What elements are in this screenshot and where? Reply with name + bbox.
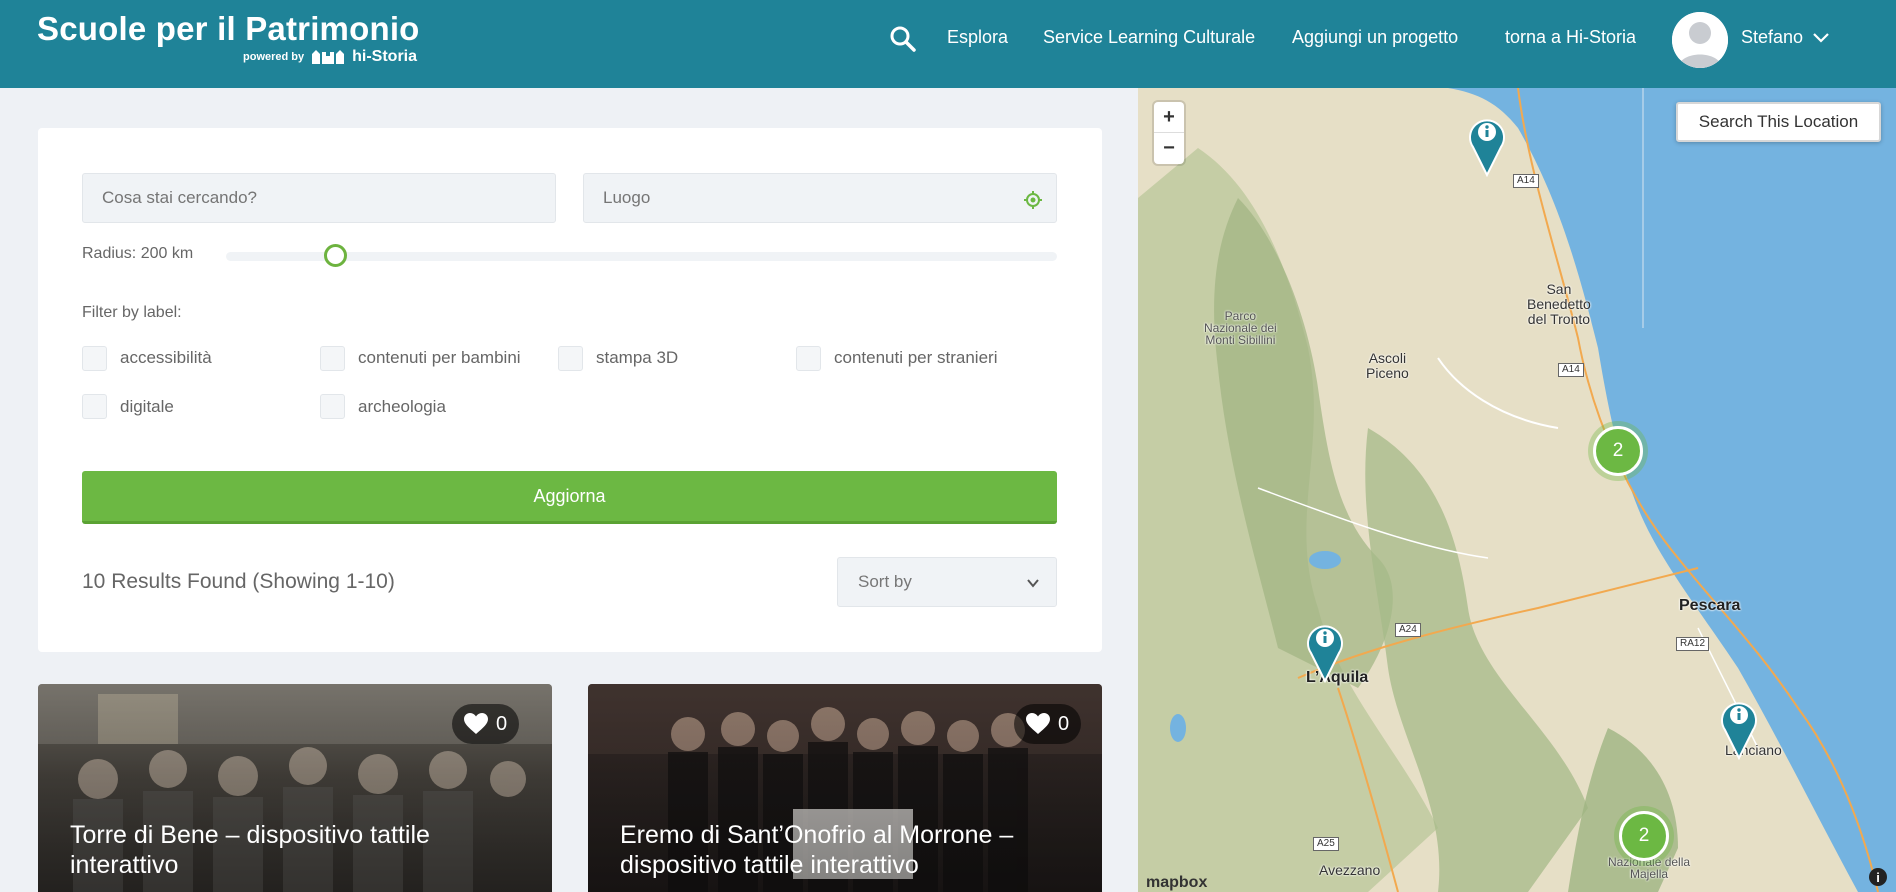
map-pin-icon[interactable] [1719,696,1759,760]
checkbox-label[interactable]: archeologia [358,397,446,417]
road-shield: A24 [1395,623,1421,637]
powered-by-text: powered by [243,51,305,63]
checkbox-label[interactable]: accessibilità [120,348,212,368]
locate-icon[interactable] [1024,191,1042,209]
info-icon[interactable]: i [1869,868,1887,886]
like-button[interactable]: 0 [1014,704,1082,744]
checkbox-label[interactable]: contenuti per bambini [358,348,521,368]
radius-slider-track[interactable] [226,252,1057,261]
search-this-location-button[interactable]: Search This Location [1676,102,1881,142]
checkbox-label[interactable]: digitale [120,397,174,417]
like-button[interactable]: 0 [452,704,520,744]
update-button[interactable]: Aggiorna [82,471,1057,524]
map-label-sibillini: Parco Nazionale dei Monti Sibillini [1204,309,1277,347]
checkbox-archeologia[interactable] [320,394,345,419]
map-view[interactable]: + − Search This Location Parco Nazionale… [1138,88,1896,892]
checkbox-digitale[interactable] [82,394,107,419]
zoom-control: + − [1154,102,1184,164]
location-input[interactable] [583,173,1057,223]
card-title[interactable]: Torre di Bene – dispositivo tattile inte… [70,820,530,880]
map-cluster[interactable]: 2 [1614,806,1674,866]
search-icon[interactable] [888,24,918,54]
top-header: Scuole per il Patrimonio powered by hi-S… [0,0,1896,88]
like-count: 0 [1058,712,1070,735]
site-title: Scuole per il Patrimonio [37,10,420,47]
card-title[interactable]: Eremo di Sant’Onofrio al Morrone – dispo… [620,820,1080,880]
sort-select-label: Sort by [858,572,912,591]
road-shield: A25 [1313,837,1339,851]
brand-name: hi-Storia [352,48,418,65]
map-terrain [1138,88,1896,892]
chevron-down-icon[interactable] [1812,30,1830,44]
road-shield: A14 [1513,174,1539,188]
results-count: 10 Results Found (Showing 1-10) [82,570,395,593]
avatar[interactable] [1672,12,1728,68]
map-label-ascoli: Ascoli Piceno [1366,350,1409,381]
nav-back-to-historia[interactable]: torna a Hi-Storia [1505,27,1636,48]
heart-icon [464,713,488,734]
like-count: 0 [496,712,508,735]
sort-select[interactable]: Sort by [837,557,1057,607]
hi-storia-logo-icon [312,50,345,64]
zoom-in-button[interactable]: + [1154,102,1184,133]
nav-add-project[interactable]: Aggiungi un progetto [1292,27,1458,48]
mapbox-logo[interactable]: mapbox [1146,874,1207,892]
result-card[interactable]: 0 Torre di Bene – dispositivo tattile in… [38,684,552,892]
heart-icon [1026,713,1050,734]
user-icon [1672,12,1728,68]
checkbox-stampa-3d[interactable] [558,346,583,371]
checkbox-label[interactable]: stampa 3D [596,348,678,368]
chevron-down-icon [1027,579,1039,588]
checkbox-accessibilita[interactable] [82,346,107,371]
map-cluster[interactable]: 2 [1588,421,1648,481]
cluster-count: 2 [1593,426,1643,476]
zoom-out-button[interactable]: − [1154,133,1184,164]
road-shield: A14 [1558,363,1584,377]
search-input[interactable] [82,173,556,223]
road-shield: RA12 [1676,637,1710,651]
search-panel: Radius: 200 km Filter by label: accessib… [38,128,1102,652]
checkbox-label[interactable]: contenuti per stranieri [834,348,997,368]
cluster-count: 2 [1619,811,1669,861]
radius-slider-handle[interactable] [324,244,347,267]
user-name[interactable]: Stefano [1741,27,1803,48]
checkbox-contenuti-bambini[interactable] [320,346,345,371]
filter-label: Filter by label: [82,304,182,321]
checkbox-contenuti-stranieri[interactable] [796,346,821,371]
map-label-san-benedetto: San Benedetto del Tronto [1527,281,1591,327]
map-label-avezzano: Avezzano [1319,862,1381,878]
map-label-pescara: Pescara [1679,597,1741,614]
nav-esplora[interactable]: Esplora [947,27,1008,48]
map-pin-icon[interactable] [1467,113,1507,177]
radius-label: Radius: 200 km [82,245,194,262]
powered-by: powered by hi-Storia [243,48,417,66]
map-pin-icon[interactable] [1305,619,1345,683]
nav-service-learning[interactable]: Service Learning Culturale [1043,27,1255,48]
site-logo[interactable]: Scuole per il Patrimonio powered by hi-S… [37,10,420,65]
result-card[interactable]: 0 Eremo di Sant’Onofrio al Morrone – dis… [588,684,1102,892]
